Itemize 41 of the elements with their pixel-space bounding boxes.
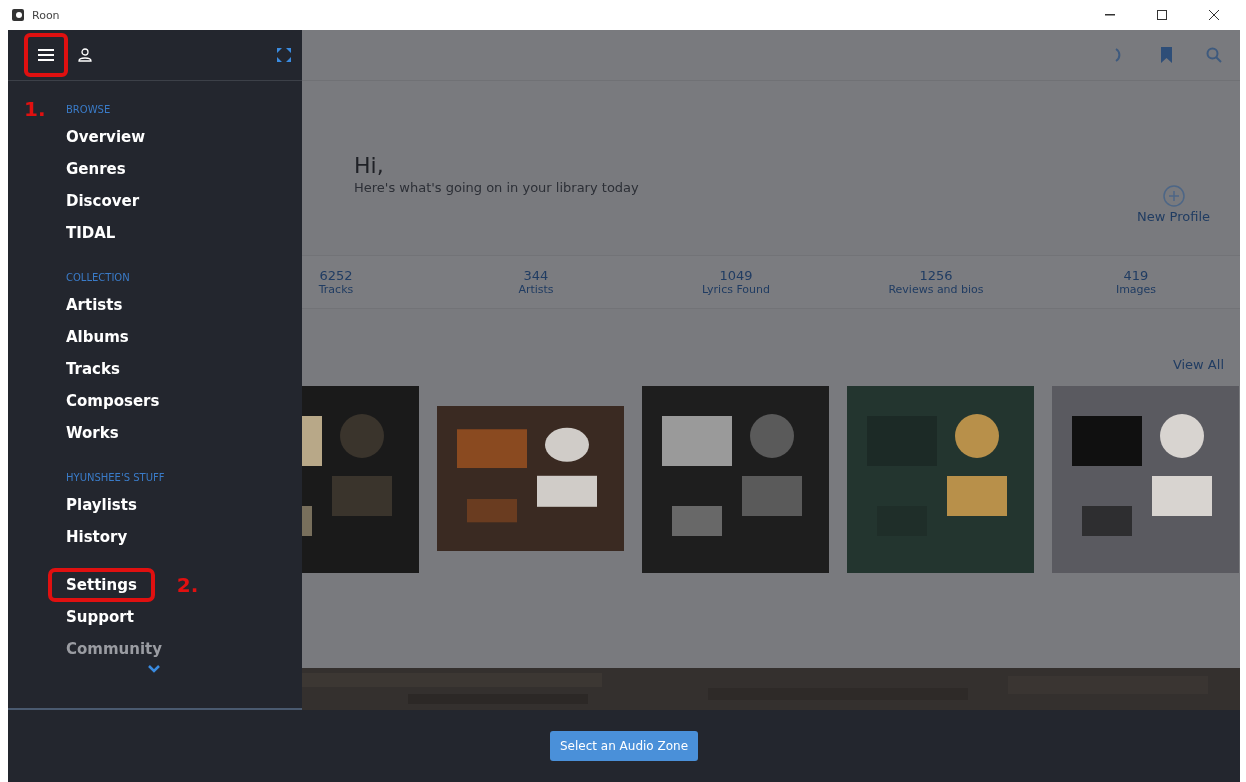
window-title: Roon xyxy=(32,8,61,22)
stat-label: Images xyxy=(1115,283,1157,296)
user-icon[interactable] xyxy=(78,48,92,62)
stat-value: 6252 xyxy=(319,268,353,283)
step-number: 1. xyxy=(23,97,47,121)
stat-label: Tracks xyxy=(318,283,354,296)
chevron-down-icon[interactable] xyxy=(148,665,160,673)
nav-item[interactable]: Discover xyxy=(66,192,140,210)
nav-item[interactable]: Albums xyxy=(66,328,129,346)
section-label: COLLECTION xyxy=(66,271,130,283)
nav-item[interactable]: Composers xyxy=(66,392,160,410)
nav-item[interactable]: History xyxy=(66,528,128,546)
greeting: Hi, xyxy=(354,153,385,178)
nav-item[interactable]: Community xyxy=(66,640,163,658)
step-number: 2. xyxy=(176,573,199,597)
stat-value: 1049 xyxy=(719,268,753,283)
nav-item[interactable]: Artists xyxy=(66,296,123,314)
stat-value: 1256 xyxy=(919,268,953,283)
nav-item[interactable]: Support xyxy=(66,608,134,626)
nav-item[interactable]: Tracks xyxy=(66,360,120,378)
nav-item[interactable]: Genres xyxy=(66,160,126,178)
nav-item[interactable]: TIDAL xyxy=(66,224,116,242)
stat-label: Reviews and bios xyxy=(888,283,984,296)
greeting-subtitle: Here's what's going on in your library today xyxy=(354,180,640,195)
stat-value: 344 xyxy=(523,268,549,283)
app-icon xyxy=(12,9,24,21)
stat-value: 419 xyxy=(1123,268,1149,283)
nav-item[interactable]: Settings xyxy=(48,568,155,602)
minimize-icon[interactable] xyxy=(1105,14,1115,16)
section-label: HYUNSHEE'S STUFF xyxy=(66,471,165,483)
nav-item[interactable]: Playlists xyxy=(66,496,137,514)
maximize-icon[interactable] xyxy=(1157,10,1167,20)
nav-item[interactable]: Works xyxy=(66,424,119,442)
close-icon[interactable] xyxy=(1209,10,1219,20)
expand-icon[interactable] xyxy=(276,47,292,63)
section-label: BROWSE xyxy=(66,103,111,115)
stat-label: Lyrics Found xyxy=(701,283,771,296)
nav-item[interactable]: Overview xyxy=(66,128,146,146)
stat-label: Artists xyxy=(518,283,554,296)
menu-button[interactable] xyxy=(24,33,68,77)
menu-icon xyxy=(38,49,54,61)
